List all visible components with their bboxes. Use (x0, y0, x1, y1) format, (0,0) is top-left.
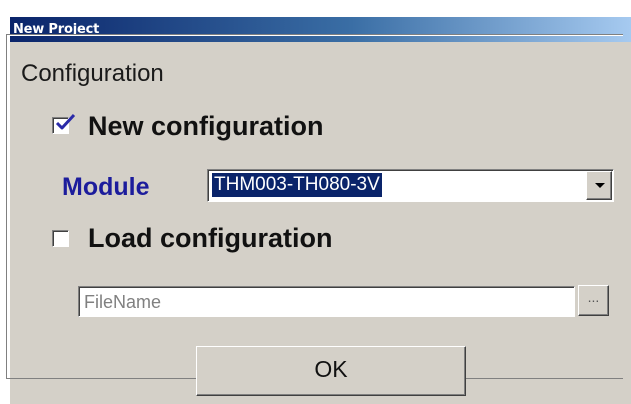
module-select[interactable]: THM003-TH080-3V (207, 169, 614, 202)
load-configuration-checkbox[interactable] (52, 230, 69, 247)
module-selected-value: THM003-TH080-3V (212, 173, 382, 197)
configuration-group-label: Configuration (20, 60, 165, 88)
module-dropdown-button[interactable] (586, 171, 612, 200)
chevron-down-icon (595, 183, 605, 188)
filename-placeholder: FileName (84, 292, 162, 312)
ok-button[interactable]: OK (196, 346, 466, 396)
filename-field[interactable]: FileName (78, 286, 575, 317)
check-mark-icon (55, 113, 76, 130)
new-configuration-label[interactable]: New configuration (88, 110, 324, 142)
new-configuration-checkbox[interactable] (52, 113, 76, 134)
module-label: Module (62, 173, 150, 201)
browse-button[interactable]: ... (578, 285, 609, 316)
load-configuration-label[interactable]: Load configuration (88, 222, 332, 254)
